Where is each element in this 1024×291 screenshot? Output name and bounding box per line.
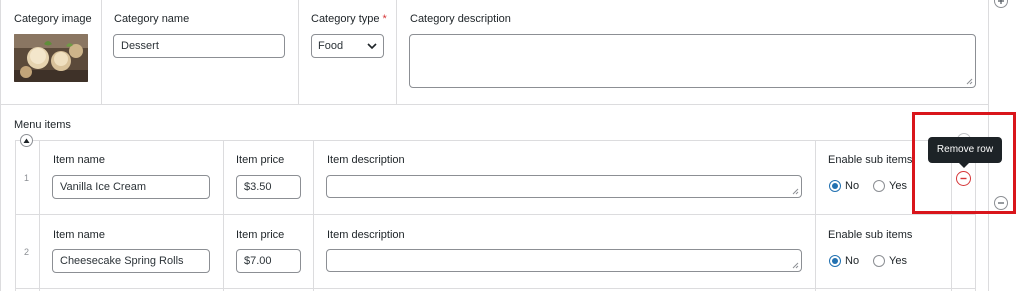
category-image-label: Category image — [14, 13, 92, 25]
menu-row-divider — [15, 288, 975, 289]
dessert-photo — [14, 34, 88, 82]
frame-left — [0, 0, 1, 291]
radio-yes-label: Yes — [889, 255, 907, 267]
enable-sub-items-label: Enable sub items — [828, 154, 913, 166]
radio-no-label: No — [845, 180, 860, 192]
menu-row-divider — [15, 214, 975, 215]
radio-no[interactable] — [829, 255, 841, 267]
chevron-down-icon — [367, 43, 377, 50]
enable-sub-items-label: Enable sub items — [828, 229, 913, 241]
category-type-value: Food — [318, 40, 344, 52]
item-price-label: Item price — [236, 229, 285, 241]
col-divider — [298, 0, 299, 104]
radio-yes-label: Yes — [889, 180, 907, 192]
row-number: 2 — [24, 247, 30, 257]
sub-items-yes-option[interactable]: Yes — [873, 255, 907, 267]
item-name-label: Item name — [53, 154, 105, 166]
col-divider — [223, 140, 224, 291]
sub-items-no-option[interactable]: No — [829, 180, 859, 192]
category-description-label: Category description — [410, 13, 511, 25]
resize-grip-icon[interactable] — [792, 188, 799, 195]
item-description-textarea[interactable] — [326, 249, 802, 272]
item-name-label: Item name — [53, 229, 105, 241]
item-price-label: Item price — [236, 154, 285, 166]
chevron-up-icon — [23, 138, 30, 143]
radio-no[interactable] — [829, 180, 841, 192]
category-row-divider — [0, 104, 988, 105]
item-description-textarea[interactable] — [326, 175, 802, 198]
highlight-box — [912, 112, 1016, 214]
item-name-input[interactable] — [52, 175, 210, 199]
category-type-label-text: Category type — [311, 13, 380, 25]
radio-yes[interactable] — [873, 255, 885, 267]
inner-frame-left — [15, 140, 16, 291]
item-price-input[interactable] — [236, 175, 301, 199]
plus-icon — [998, 0, 1004, 4]
sub-items-no-option[interactable]: No — [829, 255, 859, 267]
category-image[interactable] — [14, 34, 88, 82]
category-type-select[interactable]: Food — [311, 34, 384, 58]
col-divider — [396, 0, 397, 104]
row-number: 1 — [24, 173, 30, 183]
sub-items-yes-option[interactable]: Yes — [873, 180, 907, 192]
resize-grip-icon[interactable] — [966, 78, 973, 85]
resize-grip-icon[interactable] — [792, 262, 799, 269]
col-divider — [815, 140, 816, 291]
inner-frame-top — [15, 140, 975, 141]
radio-no-label: No — [845, 255, 860, 267]
category-name-input[interactable] — [113, 34, 285, 58]
col-divider — [101, 0, 102, 104]
required-marker: * — [382, 13, 387, 25]
menu-items-title: Menu items — [14, 119, 71, 131]
rownum-divider — [39, 140, 40, 291]
radio-yes[interactable] — [873, 180, 885, 192]
category-description-textarea[interactable] — [409, 34, 976, 88]
collapse-menu-button[interactable] — [20, 134, 33, 147]
item-description-label: Item description — [327, 229, 405, 241]
category-type-label: Category type * — [311, 13, 387, 25]
add-row-button[interactable] — [994, 0, 1008, 8]
category-name-label: Category name — [114, 13, 190, 25]
item-name-input[interactable] — [52, 249, 210, 273]
col-divider — [313, 140, 314, 291]
item-price-input[interactable] — [236, 249, 301, 273]
item-description-label: Item description — [327, 154, 405, 166]
